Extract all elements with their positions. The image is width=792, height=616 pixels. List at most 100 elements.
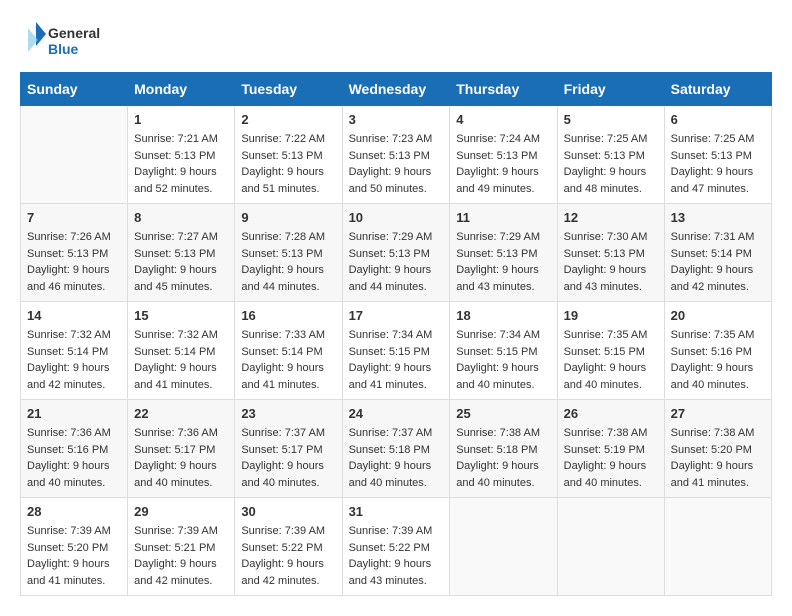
sunset-time: Sunset: 5:13 PM bbox=[241, 150, 322, 162]
day-number: 19 bbox=[564, 308, 658, 323]
sunset-time: Sunset: 5:13 PM bbox=[27, 248, 108, 260]
calendar-cell: 6 Sunrise: 7:25 AM Sunset: 5:13 PM Dayli… bbox=[664, 106, 771, 204]
calendar-table: SundayMondayTuesdayWednesdayThursdayFrid… bbox=[20, 72, 772, 596]
daylight-hours: Daylight: 9 hours and 40 minutes. bbox=[564, 362, 647, 391]
day-number: 8 bbox=[134, 210, 228, 225]
day-number: 6 bbox=[671, 112, 765, 127]
daylight-hours: Daylight: 9 hours and 42 minutes. bbox=[134, 558, 217, 587]
day-number: 28 bbox=[27, 504, 121, 519]
calendar-cell: 12 Sunrise: 7:30 AM Sunset: 5:13 PM Dayl… bbox=[557, 204, 664, 302]
cell-info: Sunrise: 7:29 AM Sunset: 5:13 PM Dayligh… bbox=[349, 229, 444, 295]
daylight-hours: Daylight: 9 hours and 47 minutes. bbox=[671, 166, 754, 195]
daylight-hours: Daylight: 9 hours and 44 minutes. bbox=[241, 264, 324, 293]
sunset-time: Sunset: 5:13 PM bbox=[134, 248, 215, 260]
daylight-hours: Daylight: 9 hours and 40 minutes. bbox=[241, 460, 324, 489]
daylight-hours: Daylight: 9 hours and 40 minutes. bbox=[349, 460, 432, 489]
day-number: 10 bbox=[349, 210, 444, 225]
calendar-header: SundayMondayTuesdayWednesdayThursdayFrid… bbox=[21, 73, 772, 106]
day-number: 1 bbox=[134, 112, 228, 127]
daylight-hours: Daylight: 9 hours and 40 minutes. bbox=[564, 460, 647, 489]
sunrise-time: Sunrise: 7:21 AM bbox=[134, 133, 218, 145]
cell-info: Sunrise: 7:30 AM Sunset: 5:13 PM Dayligh… bbox=[564, 229, 658, 295]
daylight-hours: Daylight: 9 hours and 50 minutes. bbox=[349, 166, 432, 195]
daylight-hours: Daylight: 9 hours and 41 minutes. bbox=[241, 362, 324, 391]
cell-info: Sunrise: 7:35 AM Sunset: 5:16 PM Dayligh… bbox=[671, 327, 765, 393]
cell-info: Sunrise: 7:35 AM Sunset: 5:15 PM Dayligh… bbox=[564, 327, 658, 393]
calendar-cell: 27 Sunrise: 7:38 AM Sunset: 5:20 PM Dayl… bbox=[664, 400, 771, 498]
calendar-cell: 4 Sunrise: 7:24 AM Sunset: 5:13 PM Dayli… bbox=[450, 106, 557, 204]
day-number: 22 bbox=[134, 406, 228, 421]
day-number: 13 bbox=[671, 210, 765, 225]
daylight-hours: Daylight: 9 hours and 44 minutes. bbox=[349, 264, 432, 293]
calendar-cell: 16 Sunrise: 7:33 AM Sunset: 5:14 PM Dayl… bbox=[235, 302, 342, 400]
sunrise-time: Sunrise: 7:36 AM bbox=[134, 427, 218, 439]
logo: General Blue bbox=[20, 20, 110, 62]
cell-info: Sunrise: 7:31 AM Sunset: 5:14 PM Dayligh… bbox=[671, 229, 765, 295]
svg-text:Blue: Blue bbox=[48, 41, 79, 57]
cell-info: Sunrise: 7:39 AM Sunset: 5:21 PM Dayligh… bbox=[134, 523, 228, 589]
header-cell-thursday: Thursday bbox=[450, 73, 557, 106]
day-number: 12 bbox=[564, 210, 658, 225]
header-cell-monday: Monday bbox=[128, 73, 235, 106]
sunrise-time: Sunrise: 7:37 AM bbox=[241, 427, 325, 439]
daylight-hours: Daylight: 9 hours and 51 minutes. bbox=[241, 166, 324, 195]
day-number: 5 bbox=[564, 112, 658, 127]
sunset-time: Sunset: 5:13 PM bbox=[564, 248, 645, 260]
sunrise-time: Sunrise: 7:34 AM bbox=[349, 329, 433, 341]
calendar-cell: 24 Sunrise: 7:37 AM Sunset: 5:18 PM Dayl… bbox=[342, 400, 450, 498]
daylight-hours: Daylight: 9 hours and 46 minutes. bbox=[27, 264, 110, 293]
calendar-cell: 9 Sunrise: 7:28 AM Sunset: 5:13 PM Dayli… bbox=[235, 204, 342, 302]
cell-info: Sunrise: 7:34 AM Sunset: 5:15 PM Dayligh… bbox=[456, 327, 550, 393]
sunrise-time: Sunrise: 7:37 AM bbox=[349, 427, 433, 439]
sunrise-time: Sunrise: 7:25 AM bbox=[671, 133, 755, 145]
day-number: 7 bbox=[27, 210, 121, 225]
sunset-time: Sunset: 5:13 PM bbox=[456, 150, 537, 162]
calendar-cell: 20 Sunrise: 7:35 AM Sunset: 5:16 PM Dayl… bbox=[664, 302, 771, 400]
cell-info: Sunrise: 7:39 AM Sunset: 5:20 PM Dayligh… bbox=[27, 523, 121, 589]
sunset-time: Sunset: 5:14 PM bbox=[27, 346, 108, 358]
sunset-time: Sunset: 5:14 PM bbox=[671, 248, 752, 260]
day-number: 25 bbox=[456, 406, 550, 421]
sunset-time: Sunset: 5:13 PM bbox=[241, 248, 322, 260]
sunrise-time: Sunrise: 7:38 AM bbox=[456, 427, 540, 439]
sunset-time: Sunset: 5:13 PM bbox=[349, 248, 430, 260]
day-number: 31 bbox=[349, 504, 444, 519]
cell-info: Sunrise: 7:36 AM Sunset: 5:16 PM Dayligh… bbox=[27, 425, 121, 491]
day-number: 16 bbox=[241, 308, 335, 323]
sunrise-time: Sunrise: 7:25 AM bbox=[564, 133, 648, 145]
sunset-time: Sunset: 5:22 PM bbox=[241, 542, 322, 554]
calendar-cell: 30 Sunrise: 7:39 AM Sunset: 5:22 PM Dayl… bbox=[235, 498, 342, 596]
calendar-cell bbox=[450, 498, 557, 596]
cell-info: Sunrise: 7:22 AM Sunset: 5:13 PM Dayligh… bbox=[241, 131, 335, 197]
sunset-time: Sunset: 5:22 PM bbox=[349, 542, 430, 554]
calendar-cell: 13 Sunrise: 7:31 AM Sunset: 5:14 PM Dayl… bbox=[664, 204, 771, 302]
cell-info: Sunrise: 7:39 AM Sunset: 5:22 PM Dayligh… bbox=[241, 523, 335, 589]
header-cell-sunday: Sunday bbox=[21, 73, 128, 106]
daylight-hours: Daylight: 9 hours and 42 minutes. bbox=[671, 264, 754, 293]
calendar-cell: 26 Sunrise: 7:38 AM Sunset: 5:19 PM Dayl… bbox=[557, 400, 664, 498]
sunset-time: Sunset: 5:15 PM bbox=[349, 346, 430, 358]
sunrise-time: Sunrise: 7:29 AM bbox=[349, 231, 433, 243]
sunrise-time: Sunrise: 7:30 AM bbox=[564, 231, 648, 243]
daylight-hours: Daylight: 9 hours and 41 minutes. bbox=[134, 362, 217, 391]
calendar-cell: 18 Sunrise: 7:34 AM Sunset: 5:15 PM Dayl… bbox=[450, 302, 557, 400]
calendar-cell: 1 Sunrise: 7:21 AM Sunset: 5:13 PM Dayli… bbox=[128, 106, 235, 204]
sunrise-time: Sunrise: 7:38 AM bbox=[671, 427, 755, 439]
sunset-time: Sunset: 5:13 PM bbox=[671, 150, 752, 162]
cell-info: Sunrise: 7:29 AM Sunset: 5:13 PM Dayligh… bbox=[456, 229, 550, 295]
cell-info: Sunrise: 7:34 AM Sunset: 5:15 PM Dayligh… bbox=[349, 327, 444, 393]
calendar-cell: 29 Sunrise: 7:39 AM Sunset: 5:21 PM Dayl… bbox=[128, 498, 235, 596]
cell-info: Sunrise: 7:37 AM Sunset: 5:18 PM Dayligh… bbox=[349, 425, 444, 491]
calendar-cell: 25 Sunrise: 7:38 AM Sunset: 5:18 PM Dayl… bbox=[450, 400, 557, 498]
cell-info: Sunrise: 7:27 AM Sunset: 5:13 PM Dayligh… bbox=[134, 229, 228, 295]
header-cell-wednesday: Wednesday bbox=[342, 73, 450, 106]
calendar-cell: 3 Sunrise: 7:23 AM Sunset: 5:13 PM Dayli… bbox=[342, 106, 450, 204]
day-number: 4 bbox=[456, 112, 550, 127]
calendar-cell: 21 Sunrise: 7:36 AM Sunset: 5:16 PM Dayl… bbox=[21, 400, 128, 498]
sunset-time: Sunset: 5:16 PM bbox=[671, 346, 752, 358]
cell-info: Sunrise: 7:37 AM Sunset: 5:17 PM Dayligh… bbox=[241, 425, 335, 491]
daylight-hours: Daylight: 9 hours and 41 minutes. bbox=[671, 460, 754, 489]
sunset-time: Sunset: 5:14 PM bbox=[241, 346, 322, 358]
day-number: 20 bbox=[671, 308, 765, 323]
day-number: 2 bbox=[241, 112, 335, 127]
